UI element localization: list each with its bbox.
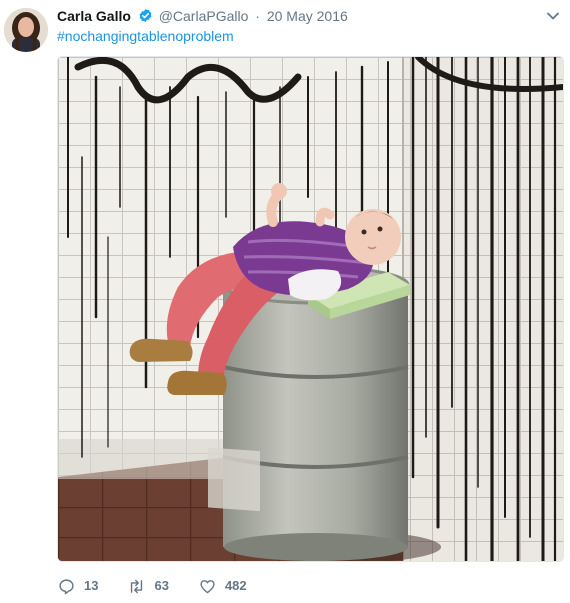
heart-icon — [200, 579, 215, 593]
like-button[interactable]: 482 — [199, 577, 247, 595]
author-name[interactable]: Carla Gallo — [57, 8, 131, 24]
retweet-icon — [131, 579, 143, 593]
retweet-button[interactable]: 63 — [128, 577, 169, 595]
photo-image — [58, 57, 563, 561]
tweet-photo[interactable] — [57, 56, 564, 562]
tweet-actions: 13 63 482 — [58, 575, 277, 597]
reply-count: 13 — [84, 578, 99, 593]
author-handle[interactable]: @CarlaPGallo — [159, 8, 249, 24]
tweet-header: Carla Gallo @CarlaPGallo · 20 May 2016 — [57, 7, 348, 25]
tweet-card: Carla Gallo @CarlaPGallo · 20 May 2016 #… — [0, 0, 570, 603]
avatar[interactable] — [4, 8, 48, 52]
chevron-down-icon[interactable] — [546, 9, 560, 23]
avatar-image — [4, 8, 48, 52]
tweet-date[interactable]: 20 May 2016 — [267, 8, 348, 24]
separator-dot: · — [255, 8, 260, 24]
like-count: 482 — [224, 578, 247, 593]
reply-button[interactable]: 13 — [58, 577, 98, 595]
retweet-count: 63 — [154, 578, 169, 593]
hashtag-link[interactable]: #nochangingtablenoproblem — [57, 27, 234, 45]
reply-icon — [59, 578, 74, 594]
verified-badge-icon — [139, 8, 152, 23]
